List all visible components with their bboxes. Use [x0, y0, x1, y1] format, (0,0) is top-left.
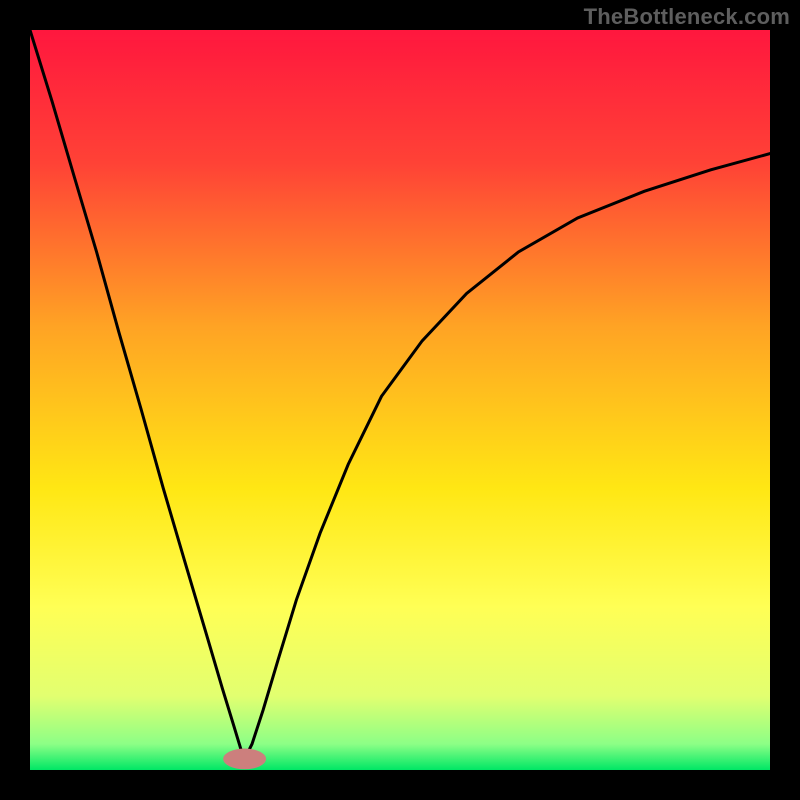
plot-area: [30, 30, 770, 770]
gradient-background: [30, 30, 770, 770]
watermark-text: TheBottleneck.com: [584, 4, 790, 30]
chart-svg: [30, 30, 770, 770]
minimum-marker: [223, 749, 266, 770]
chart-frame: TheBottleneck.com: [0, 0, 800, 800]
